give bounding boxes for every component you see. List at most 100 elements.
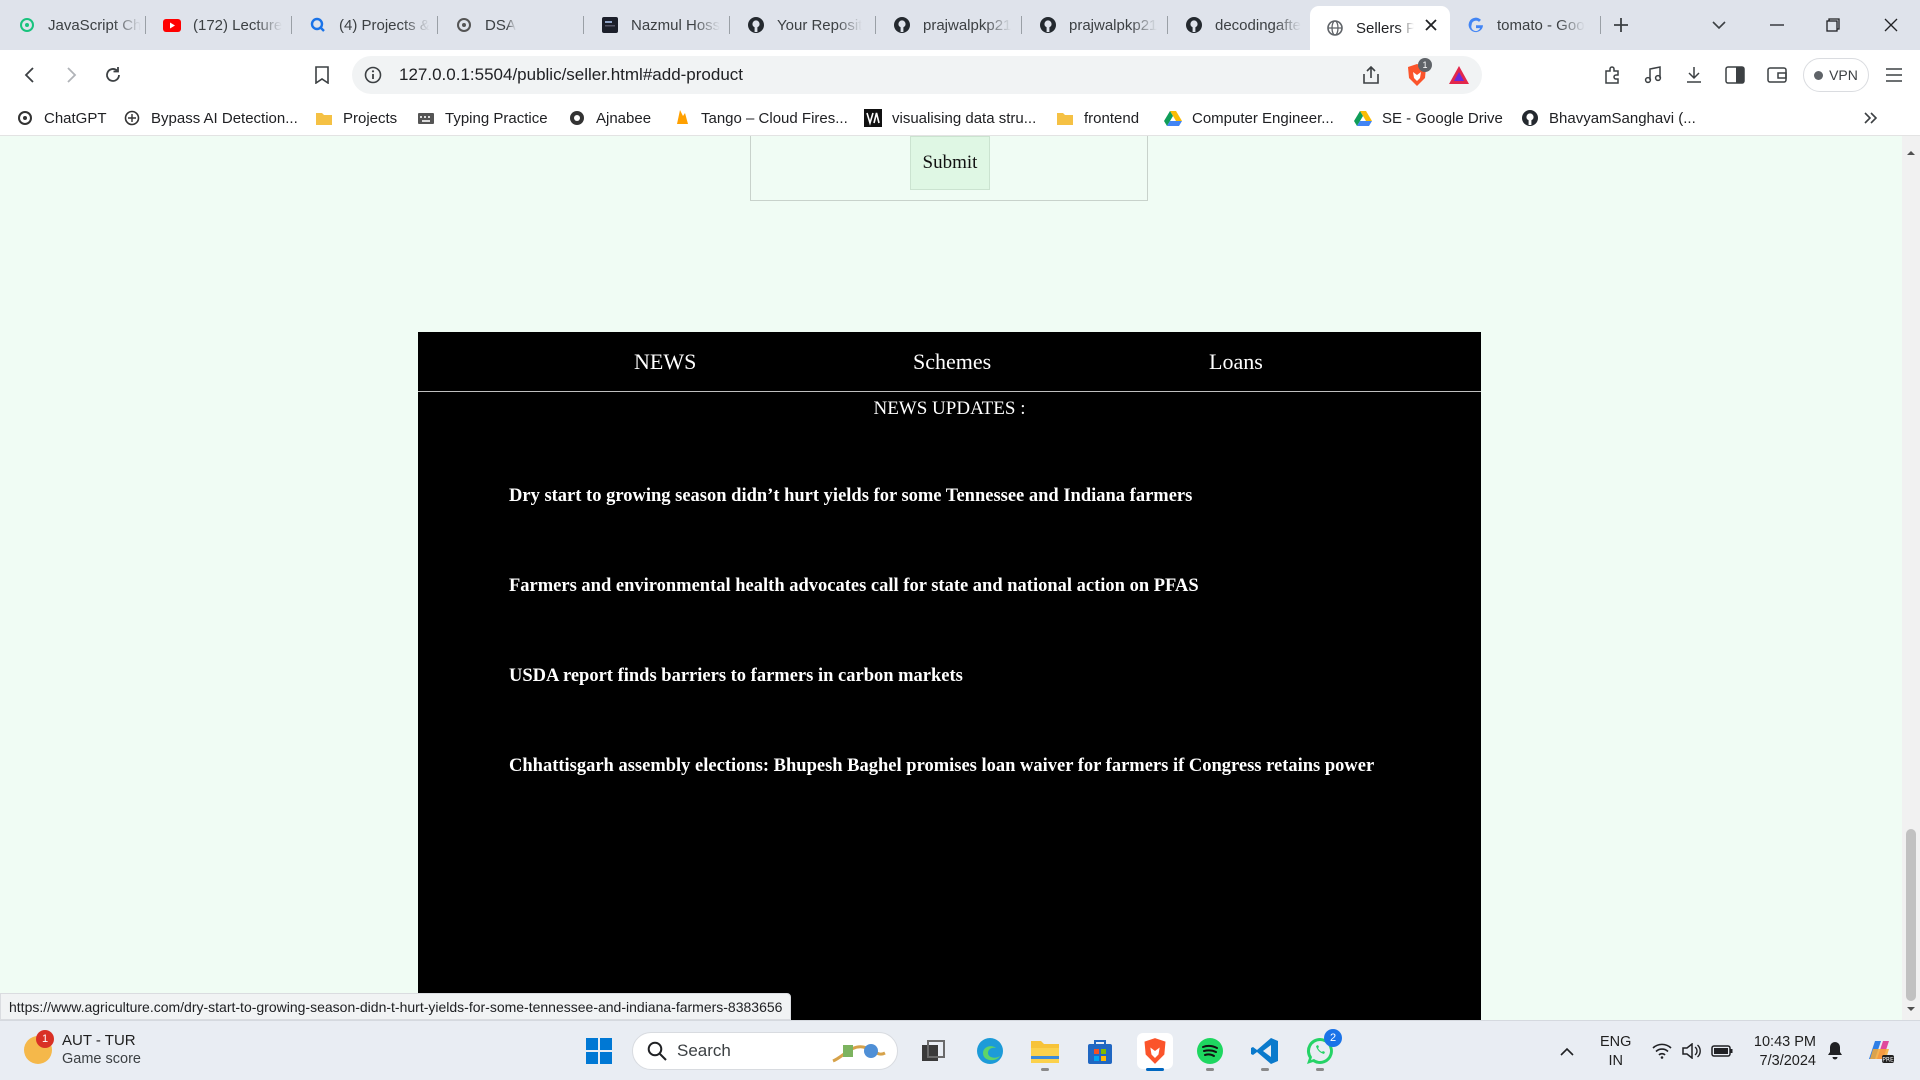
bookmark-computer-engineer[interactable]: Computer Engineer...: [1164, 107, 1334, 129]
close-window-button[interactable]: [1876, 10, 1906, 40]
google-icon: [1467, 16, 1485, 34]
bookmark-visualising[interactable]: visualising data stru...: [864, 107, 1036, 129]
taskbar-search[interactable]: Search: [632, 1032, 898, 1070]
news-updates-heading: NEWS UPDATES :: [873, 398, 1026, 419]
brave-rewards-icon[interactable]: [1448, 64, 1470, 86]
bookmark-se-drive[interactable]: SE - Google Drive: [1354, 107, 1503, 129]
vpn-button[interactable]: VPN: [1803, 58, 1869, 92]
widgets-button[interactable]: 1 AUT - TUR Game score: [24, 1030, 141, 1069]
bookmark-label: frontend: [1084, 109, 1140, 127]
search-highlight-icon: [832, 1044, 886, 1063]
spotify-icon[interactable]: [1192, 1033, 1228, 1071]
more-bookmarks-icon[interactable]: [1864, 107, 1878, 129]
notification-bell-icon[interactable]: [1817, 1033, 1853, 1069]
site-info-icon[interactable]: [364, 66, 382, 84]
scroll-down-icon[interactable]: [1906, 1004, 1916, 1014]
tab-dsa[interactable]: DSA: [439, 6, 584, 44]
brave-shield-icon[interactable]: 1: [1406, 58, 1432, 87]
start-button[interactable]: [581, 1033, 617, 1069]
scrollbar-thumb[interactable]: [1906, 829, 1916, 1001]
tab-lecture[interactable]: (172) Lecture: [147, 6, 292, 44]
tab-label: tomato - Goo: [1497, 16, 1585, 34]
tab-decoding[interactable]: decodingafte: [1169, 6, 1309, 44]
news-headline-link[interactable]: Chhattisgarh assembly elections: Bhupesh…: [509, 756, 1374, 777]
clock[interactable]: 10:43 PM 7/3/2024: [1752, 1033, 1816, 1071]
news-nav: NEWS Schemes Loans: [418, 332, 1481, 392]
bookmark-ajnabee[interactable]: Ajnabee: [568, 107, 651, 129]
bookmark-projects[interactable]: Projects: [315, 107, 397, 129]
battery-icon[interactable]: [1704, 1033, 1740, 1069]
extensions-icon[interactable]: [1598, 60, 1628, 90]
menu-icon[interactable]: [1879, 60, 1909, 90]
address-bar[interactable]: 127.0.0.1:5504/public/seller.html#add-pr…: [352, 56, 1482, 94]
media-icon[interactable]: [1638, 60, 1668, 90]
copilot-icon[interactable]: PRE: [1862, 1033, 1898, 1069]
address-text: 127.0.0.1:5504/public/seller.html#add-pr…: [399, 65, 744, 84]
tab-search-chevron-icon[interactable]: [1704, 10, 1734, 40]
chatgpt-icon: [455, 16, 473, 34]
region-code: IN: [1608, 1053, 1623, 1069]
tab-sellers-active[interactable]: Sellers P: [1310, 6, 1450, 50]
share-icon[interactable]: [1360, 64, 1382, 86]
wallet-icon[interactable]: [1762, 60, 1792, 90]
news-headline-link[interactable]: Farmers and environmental health advocat…: [509, 576, 1199, 597]
bookmark-bypass-ai[interactable]: Bypass AI Detection...: [123, 107, 298, 129]
whatsapp-icon[interactable]: 2: [1302, 1029, 1342, 1071]
vscode-icon[interactable]: [1247, 1033, 1283, 1071]
sports-score-icon: 1: [24, 1030, 54, 1064]
vpn-status-icon: [1814, 70, 1824, 80]
nav-news-link[interactable]: NEWS: [634, 349, 696, 375]
bookmark-chatgpt[interactable]: ChatGPT: [16, 107, 107, 129]
new-tab-button[interactable]: [1606, 10, 1636, 40]
show-hidden-icons-chevron-icon[interactable]: [1549, 1033, 1585, 1069]
bookmark-typing[interactable]: Typing Practice: [417, 107, 548, 129]
bookmark-label: ChatGPT: [44, 109, 107, 127]
tab-javascript[interactable]: JavaScript Ch: [2, 6, 146, 44]
sidebar-icon[interactable]: [1720, 60, 1750, 90]
va-icon: [864, 109, 882, 127]
folder-icon: [1056, 109, 1074, 127]
tab-label: decodingafte: [1215, 16, 1301, 34]
edge-icon[interactable]: [972, 1033, 1008, 1069]
tab-prajwal-1[interactable]: prajwalpkp21: [877, 6, 1022, 44]
bookmark-label: SE - Google Drive: [1382, 109, 1503, 127]
brave-browser-icon[interactable]: [1137, 1033, 1173, 1071]
search-icon: [647, 1041, 667, 1061]
bookmark-tango[interactable]: Tango – Cloud Fires...: [673, 107, 848, 129]
tab-tomato[interactable]: tomato - Goo: [1451, 6, 1601, 44]
nav-schemes-link[interactable]: Schemes: [913, 349, 991, 375]
tab-repository[interactable]: Your Reposit: [731, 6, 876, 44]
running-indicator: [1206, 1068, 1214, 1071]
tab-projects[interactable]: (4) Projects &: [293, 6, 438, 44]
file-explorer-icon[interactable]: [1027, 1033, 1063, 1071]
submit-button[interactable]: Submit: [910, 136, 990, 190]
news-headline-link[interactable]: USDA report finds barriers to farmers in…: [509, 666, 963, 687]
restore-button[interactable]: [1818, 10, 1848, 40]
tab-nazmul[interactable]: Nazmul Hoss: [585, 6, 730, 44]
back-button[interactable]: [15, 60, 45, 90]
bookmark-icon[interactable]: [307, 60, 337, 90]
bookmark-frontend[interactable]: frontend: [1056, 107, 1139, 129]
nav-loans-link[interactable]: Loans: [1209, 349, 1263, 375]
tab-label: (172) Lecture: [193, 16, 283, 34]
reload-button[interactable]: [98, 60, 128, 90]
tab-label: DSA: [485, 16, 516, 34]
task-view-icon[interactable]: [916, 1033, 952, 1069]
typing-icon: [417, 109, 435, 127]
download-icon[interactable]: [1679, 60, 1709, 90]
bookmark-label: Projects: [343, 109, 398, 127]
close-tab-icon[interactable]: [1422, 16, 1440, 34]
tab-label: Nazmul Hoss: [631, 16, 721, 34]
input-language[interactable]: ENG IN: [1600, 1033, 1631, 1071]
news-headline-link[interactable]: Dry start to growing season didn’t hurt …: [509, 486, 1192, 507]
ai-icon: [123, 109, 141, 127]
scroll-up-icon[interactable]: [1906, 148, 1916, 158]
minimize-button[interactable]: [1762, 10, 1792, 40]
bookmark-bhavyam[interactable]: BhavyamSanghavi (...: [1521, 107, 1696, 129]
forward-button[interactable]: [56, 60, 86, 90]
tab-prajwal-2[interactable]: prajwalpkp21: [1023, 6, 1168, 44]
tab-label: Sellers P: [1356, 19, 1414, 37]
bookmark-label: Typing Practice: [445, 109, 548, 127]
store-icon[interactable]: [1082, 1033, 1118, 1069]
page-scrollbar[interactable]: [1902, 136, 1920, 1020]
